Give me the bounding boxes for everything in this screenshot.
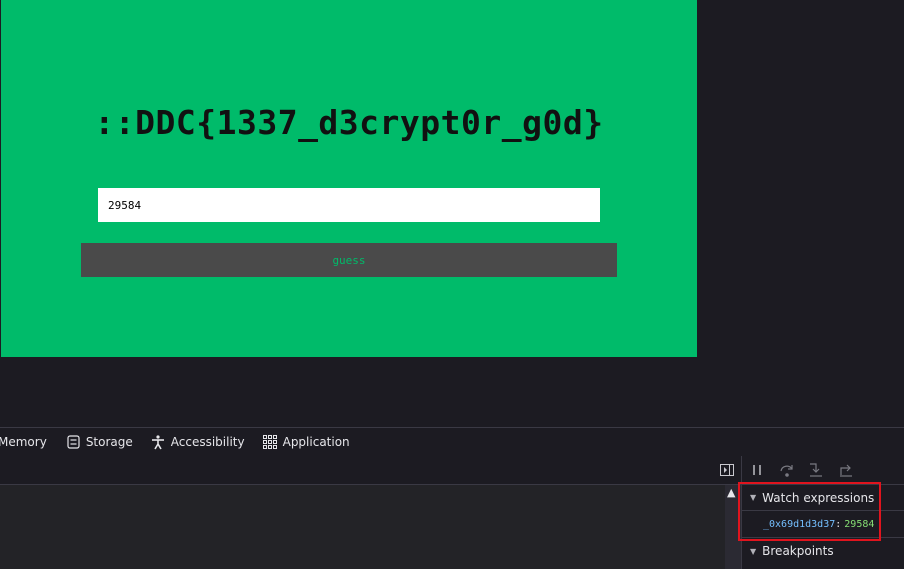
tab-accessibility-label: Accessibility xyxy=(170,435,245,449)
toggle-sidebar-icon[interactable] xyxy=(719,462,735,478)
watch-expression-value: 29584 xyxy=(844,518,875,530)
flag-heading: ::DDC{1337_d3crypt0r_g0d} xyxy=(94,103,604,142)
tab-memory-label: Memory xyxy=(0,435,47,449)
watch-expression-name: _0x69d1d3d37 xyxy=(763,518,836,530)
watch-expressions-header[interactable]: ▼ Watch expressions xyxy=(742,485,904,511)
accessibility-icon xyxy=(151,434,165,450)
watch-separator: : xyxy=(835,518,842,530)
game-panel: ::DDC{1337_d3crypt0r_g0d} guess xyxy=(1,0,697,357)
debugger-toolbar xyxy=(0,456,904,485)
debugger-sidebar: ▼ Watch expressions _0x69d1d3d37: 29584 … xyxy=(741,485,904,569)
watch-expressions-title: Watch expressions xyxy=(762,490,875,505)
expand-triangle-icon: ▼ xyxy=(750,546,757,556)
pause-icon[interactable] xyxy=(749,462,765,478)
guess-button[interactable]: guess xyxy=(81,243,617,277)
toolbar-divider xyxy=(741,456,742,484)
page-viewport: ::DDC{1337_d3crypt0r_g0d} guess xyxy=(0,0,904,427)
tab-storage[interactable]: Storage xyxy=(58,428,142,456)
expand-triangle-icon: ▼ xyxy=(750,493,757,502)
application-grid-icon xyxy=(262,435,277,449)
source-editor-pane xyxy=(0,485,741,569)
scroll-up-icon[interactable]: ▲ xyxy=(727,486,735,499)
devtools-tab-bar: Memory Storage Accessibility Application xyxy=(0,427,904,457)
step-in-icon[interactable] xyxy=(808,462,824,478)
watch-expression-row[interactable]: _0x69d1d3d37: 29584 xyxy=(742,511,904,538)
breakpoints-header[interactable]: ▼ Breakpoints xyxy=(742,538,904,564)
guess-input[interactable] xyxy=(98,188,600,222)
step-out-icon[interactable] xyxy=(838,462,854,478)
tab-application[interactable]: Application xyxy=(254,428,359,456)
scrollbar[interactable]: ▲ xyxy=(725,485,741,569)
tab-application-label: Application xyxy=(282,435,350,449)
tab-memory[interactable]: Memory xyxy=(0,428,56,456)
tab-storage-label: Storage xyxy=(85,435,133,449)
breakpoints-title: Breakpoints xyxy=(762,544,834,558)
step-over-icon[interactable] xyxy=(779,462,795,478)
tab-accessibility[interactable]: Accessibility xyxy=(142,428,254,456)
storage-icon xyxy=(67,435,80,449)
